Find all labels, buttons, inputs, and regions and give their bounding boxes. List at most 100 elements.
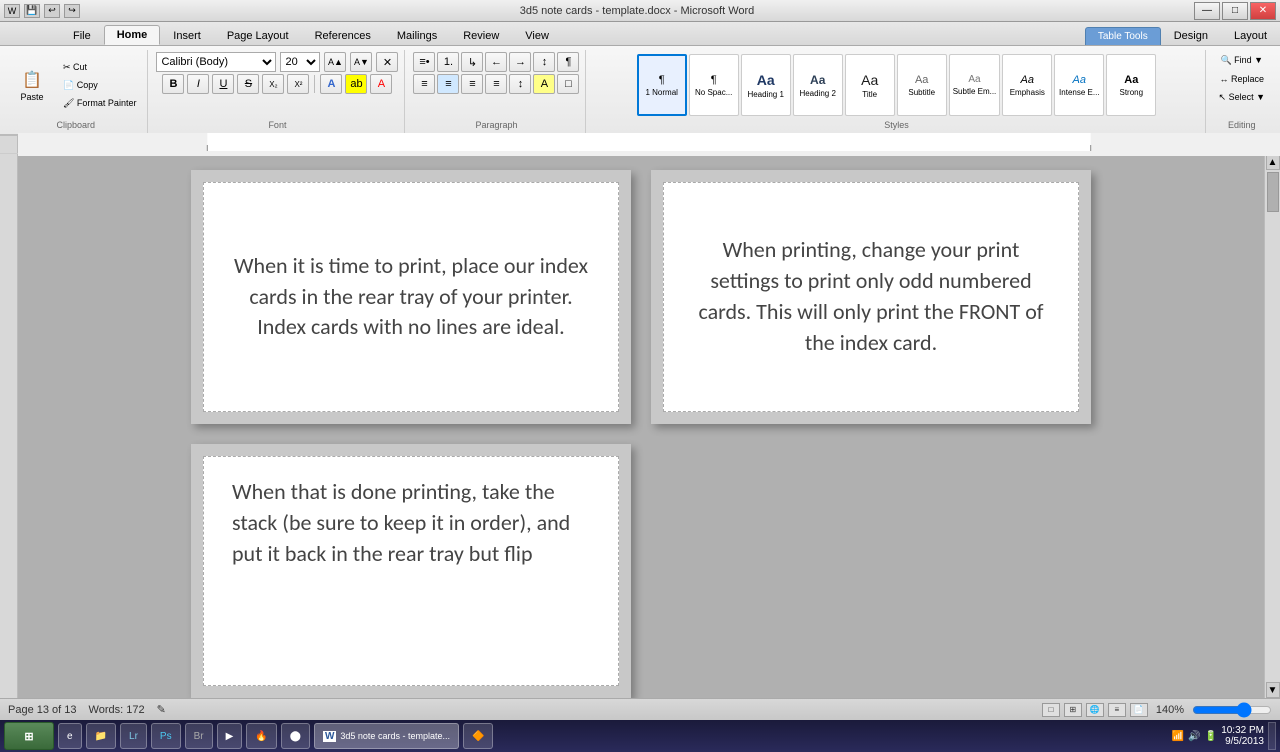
media-icon: ▶ <box>226 731 234 742</box>
multilevel-button[interactable]: ↳ <box>461 52 483 72</box>
align-right-button[interactable]: ≡ <box>461 74 483 94</box>
sort-button[interactable]: ↕ <box>533 52 555 72</box>
italic-button[interactable]: I <box>187 74 209 94</box>
style-intense-em[interactable]: Aa Intense E... <box>1054 54 1104 116</box>
tab-layout[interactable]: Layout <box>1221 26 1280 45</box>
outline-button[interactable]: ≡ <box>1108 703 1126 717</box>
shrink-font-button[interactable]: A▼ <box>350 52 372 72</box>
taskbar-word[interactable]: W 3d5 note cards - template... <box>314 723 459 749</box>
justify-button[interactable]: ≡ <box>485 74 507 94</box>
select-button[interactable]: ↖ Select ▼ <box>1214 89 1270 106</box>
card-inner-1[interactable]: When it is time to print, place our inde… <box>203 182 619 412</box>
highlight-button[interactable]: ab <box>345 74 367 94</box>
strikethrough-button[interactable]: S <box>237 74 259 94</box>
style-subtle-em-label: Subtle Em... <box>953 87 997 96</box>
line-spacing-button[interactable]: ↕ <box>509 74 531 94</box>
style-heading1[interactable]: Aa Heading 1 <box>741 54 791 116</box>
minimize-button[interactable]: — <box>1194 2 1220 20</box>
decrease-indent-button[interactable]: ← <box>485 52 507 72</box>
document-scroll[interactable]: When it is time to print, place our inde… <box>18 154 1264 698</box>
tab-file[interactable]: File <box>60 26 104 45</box>
align-left-button[interactable]: ≡ <box>413 74 435 94</box>
tab-home[interactable]: Home <box>104 25 161 45</box>
scroll-down-button[interactable]: ▼ <box>1266 682 1280 698</box>
quick-access-undo[interactable]: ↩ <box>44 4 60 18</box>
taskbar-firefox[interactable]: 🔥 <box>246 723 276 749</box>
start-button[interactable]: ⊞ <box>4 722 54 750</box>
font-family-select[interactable]: Calibri (Body) <box>156 52 276 72</box>
style-strong[interactable]: Aa Strong <box>1106 54 1156 116</box>
print-layout-button[interactable]: □ <box>1042 703 1060 717</box>
window-controls: — □ ✕ <box>1194 2 1276 20</box>
card-inner-3[interactable]: When that is done printing, take the sta… <box>203 456 619 686</box>
taskbar-folder[interactable]: 📁 <box>86 723 116 749</box>
quick-access-save[interactable]: 💾 <box>24 4 40 18</box>
photoshop-icon: Ps <box>160 731 172 742</box>
maximize-button[interactable]: □ <box>1222 2 1248 20</box>
superscript-button[interactable]: X² <box>287 74 309 94</box>
style-heading2[interactable]: Aa Heading 2 <box>793 54 843 116</box>
cut-button[interactable]: ✂ Cut <box>58 59 141 76</box>
style-strong-preview: Aa <box>1124 74 1138 86</box>
taskbar-ie[interactable]: e <box>58 723 82 749</box>
font-size-select[interactable]: 20 <box>280 52 320 72</box>
clear-format-button[interactable]: ✕ <box>376 52 398 72</box>
style-intense-em-label: Intense E... <box>1059 88 1099 97</box>
taskbar-lightroom[interactable]: Lr <box>120 723 147 749</box>
taskbar-chrome[interactable]: ⬤ <box>281 723 310 749</box>
draft-button[interactable]: 📄 <box>1130 703 1148 717</box>
tab-design[interactable]: Design <box>1161 26 1221 45</box>
show-marks-button[interactable]: ¶ <box>557 52 579 72</box>
underline-button[interactable]: U <box>212 74 234 94</box>
increase-indent-button[interactable]: → <box>509 52 531 72</box>
zoom-slider[interactable] <box>1192 702 1272 718</box>
style-title[interactable]: Aa Title <box>845 54 895 116</box>
shading-button[interactable]: A <box>533 74 555 94</box>
tab-review[interactable]: Review <box>450 26 512 45</box>
copy-button[interactable]: 📄 Copy <box>58 77 141 94</box>
bullets-button[interactable]: ≡• <box>413 52 435 72</box>
scroll-up-button[interactable]: ▲ <box>1266 154 1280 170</box>
show-desktop-button[interactable] <box>1268 722 1276 750</box>
style-no-spacing[interactable]: ¶ No Spac... <box>689 54 739 116</box>
status-left: Page 13 of 13 Words: 172 ✎ <box>8 703 166 716</box>
tab-mailings[interactable]: Mailings <box>384 26 450 45</box>
paste-button[interactable]: 📋 Paste <box>10 63 54 107</box>
format-painter-button[interactable]: 🖌 Format Painter <box>58 95 141 112</box>
card-text-1: When it is time to print, place our inde… <box>232 251 590 343</box>
find-button[interactable]: 🔍 Find ▼ <box>1215 52 1268 69</box>
tab-insert[interactable]: Insert <box>160 26 214 45</box>
quick-access-redo[interactable]: ↪ <box>64 4 80 18</box>
font-color-button[interactable]: A <box>370 74 392 94</box>
taskbar-media[interactable]: ▶ <box>217 723 243 749</box>
right-scrollbar[interactable]: ▲ ▼ <box>1264 154 1280 698</box>
bold-button[interactable]: B <box>162 74 184 94</box>
web-layout-button[interactable]: 🌐 <box>1086 703 1104 717</box>
tab-view[interactable]: View <box>512 26 562 45</box>
style-emphasis[interactable]: Aa Emphasis <box>1002 54 1052 116</box>
text-effects-button[interactable]: A <box>320 74 342 94</box>
taskbar-photoshop[interactable]: Ps <box>151 723 181 749</box>
subscript-button[interactable]: X₂ <box>262 74 284 94</box>
document-area: When it is time to print, place our inde… <box>0 154 1280 698</box>
card-inner-2[interactable]: When printing, change your print setting… <box>663 182 1079 412</box>
tab-page-layout[interactable]: Page Layout <box>214 26 302 45</box>
replace-button[interactable]: ↔ Replace <box>1215 71 1270 87</box>
style-subtitle[interactable]: Aa Subtitle <box>897 54 947 116</box>
style-normal[interactable]: ¶ 1 Normal <box>637 54 687 116</box>
taskbar-bridge[interactable]: Br <box>185 723 213 749</box>
page-info: Page 13 of 13 <box>8 704 77 716</box>
numbering-button[interactable]: 1. <box>437 52 459 72</box>
word-logo-icon[interactable]: W <box>4 4 20 18</box>
close-button[interactable]: ✕ <box>1250 2 1276 20</box>
style-title-label: Title <box>862 90 877 99</box>
grow-font-button[interactable]: A▲ <box>324 52 346 72</box>
tab-references[interactable]: References <box>302 26 384 45</box>
borders-button[interactable]: □ <box>557 74 579 94</box>
full-screen-button[interactable]: ⊞ <box>1064 703 1082 717</box>
taskbar-vlc[interactable]: 🔶 <box>463 723 493 749</box>
ie-icon: e <box>67 731 73 742</box>
style-subtle-em[interactable]: Aa Subtle Em... <box>949 54 1001 116</box>
scroll-thumb[interactable] <box>1267 172 1279 212</box>
align-center-button[interactable]: ≡ <box>437 74 459 94</box>
